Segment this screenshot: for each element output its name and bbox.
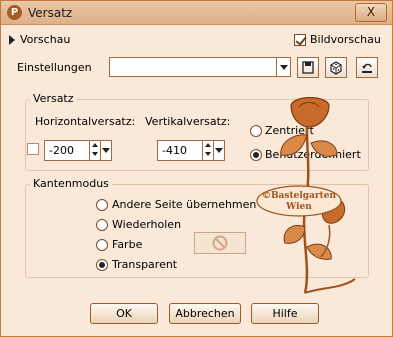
edge-wrap-label[interactable]: Andere Seite übernehmen — [112, 198, 256, 211]
no-color-icon — [212, 235, 228, 251]
window-title: Versatz — [28, 6, 73, 20]
reset-button[interactable] — [356, 57, 378, 78]
randomize-button[interactable] — [325, 57, 347, 78]
horizontal-offset-input[interactable]: -200 — [44, 140, 112, 161]
edge-repeat-label[interactable]: Wiederholen — [112, 218, 181, 231]
watermark-line-1: ©Bastelgarten — [262, 191, 337, 201]
help-button[interactable]: Hilfe — [251, 303, 319, 324]
vertical-offset-stepper[interactable] — [202, 141, 213, 160]
expand-preview-icon[interactable] — [9, 35, 15, 45]
edge-color-label[interactable]: Farbe — [112, 238, 142, 251]
title-bar: P Versatz X — [1, 1, 392, 25]
edge-color-swatch[interactable] — [194, 232, 246, 254]
vertical-offset-dropdown[interactable] — [213, 141, 224, 160]
arrow-up-icon[interactable] — [205, 143, 211, 147]
edge-wrap-radio[interactable] — [96, 199, 108, 211]
edge-transparent-label[interactable]: Transparent — [112, 258, 177, 271]
edge-mode-group-title: Kantenmodus — [30, 177, 112, 190]
horizontal-offset-stepper[interactable] — [89, 141, 100, 160]
horizontal-offset-label: Horizontalversatz: — [35, 115, 136, 128]
save-preset-button[interactable] — [297, 57, 319, 78]
edge-transparent-radio[interactable] — [96, 259, 108, 271]
link-offsets-checkbox[interactable] — [27, 143, 39, 155]
arrow-up-icon[interactable] — [92, 143, 98, 147]
edge-repeat-radio[interactable] — [96, 219, 108, 231]
save-icon — [302, 61, 314, 74]
settings-label: Einstellungen — [17, 61, 92, 74]
vertical-offset-input[interactable]: -410 — [157, 140, 225, 161]
ok-button[interactable]: OK — [90, 303, 158, 324]
app-icon: P — [7, 5, 22, 20]
watermark-line-2: Wien — [285, 202, 312, 212]
settings-dropdown[interactable] — [109, 57, 291, 77]
image-preview-label[interactable]: Bildvorschau — [310, 33, 381, 46]
vertical-offset-label: Vertikalversatz: — [145, 115, 231, 128]
preview-label[interactable]: Vorschau — [20, 33, 70, 46]
cancel-button[interactable]: Abbrechen — [169, 303, 241, 324]
vertical-offset-value: -410 — [162, 144, 187, 157]
image-preview-checkbox[interactable] — [294, 34, 306, 46]
arrow-down-icon[interactable] — [205, 152, 211, 156]
offset-group-title: Versatz — [30, 92, 77, 105]
chevron-down-icon[interactable] — [276, 58, 290, 76]
dialog-window: P Versatz X Vorschau Bildvorschau Einste… — [0, 0, 393, 337]
close-button[interactable]: X — [355, 3, 387, 22]
dice-icon — [330, 61, 342, 75]
arrow-down-icon[interactable] — [92, 152, 98, 156]
horizontal-offset-dropdown[interactable] — [100, 141, 111, 160]
watermark-floral-decoration: ©Bastelgarten Wien — [256, 97, 356, 294]
edge-color-radio[interactable] — [96, 239, 108, 251]
horizontal-offset-value: -200 — [49, 144, 74, 157]
reset-icon — [362, 63, 372, 73]
